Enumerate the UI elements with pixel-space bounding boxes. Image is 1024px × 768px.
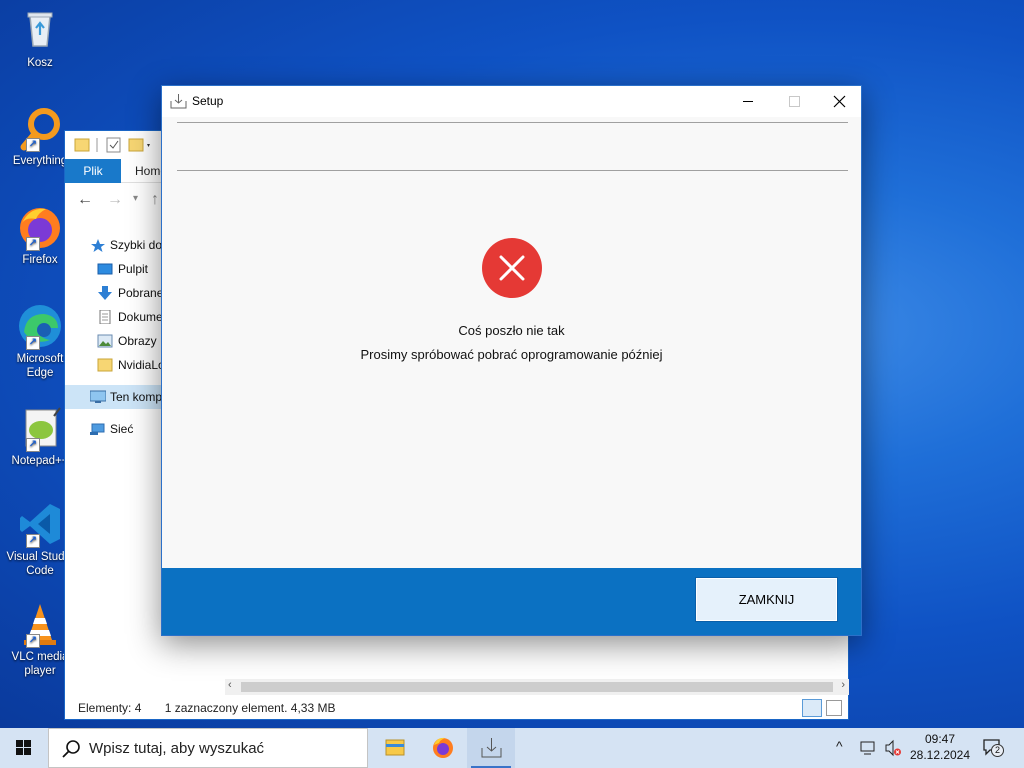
navigation-pane: Szybki dostęp Pulpit Pobrane Dokumenty O… — [65, 231, 165, 441]
tab-file[interactable]: Plik — [65, 159, 121, 183]
tree-item-label: Pobrane — [118, 286, 164, 300]
shortcut-arrow-icon: ↗ — [26, 438, 40, 452]
selection-info: 1 zaznaczony element. 4,33 MB — [164, 701, 336, 715]
tree-item-label: Pulpit — [118, 262, 149, 276]
network-icon — [90, 423, 105, 435]
action-center-button[interactable]: 2 — [982, 738, 1004, 758]
tree-item-desktop[interactable]: Pulpit — [65, 257, 165, 281]
search-icon — [62, 740, 80, 758]
details-view-icon[interactable] — [802, 699, 822, 717]
scrollbar-thumb[interactable] — [241, 682, 833, 692]
taskbar-setup[interactable] — [467, 728, 515, 768]
tree-item-label: NvidiaLogs — [118, 358, 165, 372]
search-placeholder: Wpisz tutaj, aby wyszukać — [89, 740, 265, 757]
edge-icon: ↗ — [16, 302, 64, 350]
error-x-icon — [499, 255, 525, 281]
maximize-icon — [789, 96, 800, 107]
minimize-icon — [743, 101, 753, 102]
tree-item-network[interactable]: Sieć — [65, 417, 165, 441]
tree-item-label: Szybki dostęp — [110, 238, 165, 252]
large-icons-view-icon[interactable] — [826, 700, 842, 716]
taskbar: Wpisz tutaj, aby wyszukać ^ 09:47 28.12.… — [0, 728, 1024, 768]
desktop-icon-label: Kosz — [27, 57, 53, 69]
shortcut-arrow-icon: ↗ — [26, 336, 40, 350]
recycle-bin-icon — [16, 6, 64, 54]
desktop-folder-icon — [97, 263, 113, 275]
title-bar[interactable]: Setup — [162, 86, 861, 117]
taskbar-firefox[interactable] — [419, 728, 467, 768]
notepadpp-icon: ↗ — [16, 404, 64, 452]
download-arrow-icon — [98, 286, 112, 300]
vlc-cone-icon: ↗ — [16, 600, 64, 648]
taskbar-search-box[interactable]: Wpisz tutaj, aby wyszukać — [48, 728, 368, 768]
tree-item-label: Ten komputer — [110, 390, 165, 404]
star-icon — [91, 239, 105, 252]
firefox-icon: ↗ — [16, 203, 64, 251]
computer-icon — [90, 390, 106, 403]
installer-icon — [170, 94, 187, 109]
tree-item-label: Dokumenty — [118, 310, 165, 324]
error-message: Prosimy spróbować pobrać oprogramowanie … — [360, 347, 663, 362]
error-title: Coś poszło nie tak — [458, 323, 565, 338]
file-explorer-icon — [385, 739, 405, 756]
tree-item-documents[interactable]: Dokumenty — [65, 305, 165, 329]
shortcut-arrow-icon: ↗ — [26, 237, 40, 251]
error-icon — [482, 238, 542, 298]
network-icon[interactable] — [860, 739, 878, 757]
item-count: Elementy: 4 — [78, 701, 142, 715]
tree-item-label: Obrazy — [118, 334, 157, 348]
start-button[interactable] — [0, 728, 48, 768]
desktop-icon-recycle-bin[interactable]: Kosz — [2, 6, 78, 70]
setup-dialog[interactable]: Setup Coś poszło nie tak Prosimy spróbow… — [161, 85, 862, 636]
desktop: Kosz ↗ Everything ↗ Firefox ↗ Microsoft … — [0, 0, 1024, 728]
shortcut-arrow-icon: ↗ — [26, 138, 40, 152]
clock-time: 09:47 — [924, 732, 956, 746]
folder-icon — [97, 358, 113, 372]
vscode-icon: ↗ — [16, 500, 64, 548]
maximize-button — [771, 86, 817, 117]
divider-bottom — [177, 170, 848, 171]
close-button[interactable]: ZAMKNIJ — [695, 577, 838, 622]
notification-badge: 2 — [991, 744, 1004, 757]
shortcut-arrow-icon: ↗ — [26, 634, 40, 648]
show-hidden-icons-chevron-icon[interactable]: ^ — [836, 738, 843, 754]
tree-item-downloads[interactable]: Pobrane — [65, 281, 165, 305]
horizontal-scrollbar[interactable]: ‹ › — [225, 679, 849, 695]
minimize-button[interactable] — [725, 86, 771, 117]
tree-item-nvidialogs[interactable]: NvidiaLogs — [65, 353, 165, 377]
windows-logo-icon — [16, 740, 31, 755]
up-arrow-icon[interactable]: ↑ — [151, 191, 159, 209]
quick-access-icons — [74, 137, 150, 153]
pictures-icon — [97, 334, 113, 348]
tree-item-this-pc[interactable]: Ten komputer — [65, 385, 165, 409]
magnifier-icon: ↗ — [16, 104, 64, 152]
tree-item-pictures[interactable]: Obrazy — [65, 329, 165, 353]
divider-top — [177, 122, 848, 123]
close-icon — [833, 95, 846, 108]
tree-item-label: Sieć — [110, 422, 134, 436]
shortcut-arrow-icon: ↗ — [26, 534, 40, 548]
taskbar-file-explorer[interactable] — [371, 728, 419, 768]
installer-icon — [481, 738, 502, 758]
document-icon — [99, 310, 111, 324]
back-arrow-icon[interactable]: ← — [77, 191, 93, 209]
status-bar: Elementy: 4 1 zaznaczony element. 4,33 M… — [65, 697, 848, 719]
clock-date: 28.12.2024 — [909, 748, 971, 762]
scroll-right-icon[interactable]: › — [841, 679, 845, 691]
forward-arrow-icon[interactable]: → — [107, 191, 123, 209]
taskbar-clock[interactable]: 09:47 28.12.2024 — [900, 731, 980, 763]
firefox-icon — [433, 737, 453, 758]
scroll-left-icon[interactable]: ‹ — [228, 679, 232, 691]
close-window-button[interactable] — [817, 86, 863, 117]
tree-item-quick-access[interactable]: Szybki dostęp — [65, 233, 165, 257]
window-title: Setup — [192, 94, 224, 108]
recent-locations-chevron-icon[interactable]: ▾ — [133, 193, 138, 204]
dialog-footer: ZAMKNIJ — [162, 568, 861, 635]
